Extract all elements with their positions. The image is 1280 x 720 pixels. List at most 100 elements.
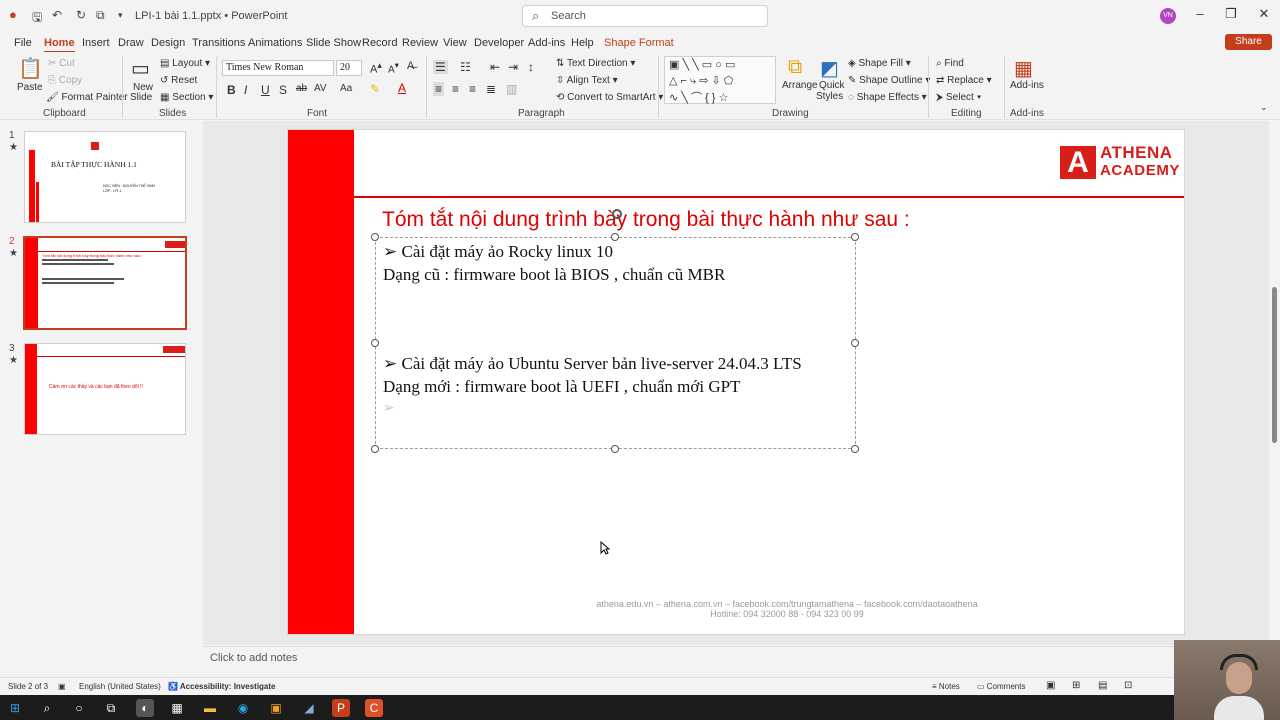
close-icon[interactable]: ✕ (1249, 6, 1279, 22)
tab-animations[interactable]: Animations (248, 37, 302, 49)
increase-font-icon[interactable]: A▴ (370, 60, 382, 76)
replace-button[interactable]: ⇄ Replace ▾ (936, 75, 992, 86)
paste-icon[interactable]: 📋 (18, 56, 43, 81)
save-icon[interactable]: 🖫 (32, 8, 42, 29)
add-ins-icon[interactable]: ▦ (1014, 56, 1033, 81)
paste-button[interactable]: Paste (17, 82, 43, 93)
format-painter-button[interactable]: 🖌 Format Painter (46, 92, 128, 103)
resize-handle[interactable] (851, 339, 859, 347)
highlight-icon[interactable]: ✎ (370, 82, 380, 96)
app-icon[interactable]: C (365, 699, 383, 717)
windows-start-icon[interactable]: ⊞ (6, 699, 24, 717)
file-explorer-icon[interactable]: ▬ (201, 699, 219, 717)
slide-thumbnail-2[interactable]: Tóm tắt nội dung trình bày trong bài thự… (23, 236, 187, 330)
font-name-combo[interactable]: Times New Roman (222, 60, 334, 76)
collapse-ribbon-icon[interactable]: ⌄ (1260, 102, 1268, 113)
accessibility-button[interactable]: ♿ Accessibility: Investigate (168, 682, 275, 691)
app-icon[interactable]: ◐ (136, 699, 154, 717)
share-button[interactable]: Share (1225, 34, 1272, 50)
tab-add-ins[interactable]: Add-ins (528, 37, 565, 49)
resize-handle[interactable] (851, 445, 859, 453)
strikethrough-icon[interactable]: ab (296, 83, 307, 94)
restore-icon[interactable]: ❐ (1216, 6, 1246, 22)
vmware-icon[interactable]: ▣ (267, 699, 285, 717)
columns-icon[interactable]: ▥ (506, 82, 517, 96)
tab-review[interactable]: Review (402, 37, 438, 49)
notes-pane[interactable]: Click to add notes (203, 646, 1269, 676)
notes-button[interactable]: ≡ Notes (932, 682, 960, 691)
bullets-icon[interactable]: ☰ (433, 60, 448, 74)
arrange-icon[interactable]: ⧉ (788, 56, 802, 79)
align-right-icon[interactable]: ≡ (469, 82, 476, 96)
search-taskbar-icon[interactable]: ⌕ (38, 699, 56, 717)
slideshow-view-icon[interactable]: ⊡ (1124, 680, 1132, 691)
tab-shape-format[interactable]: Shape Format (604, 37, 674, 49)
resize-handle[interactable] (371, 339, 379, 347)
shape-triangle-icon[interactable]: △ ⌐ ⤷ ⇨ ⇩ ⬠ (669, 74, 733, 88)
quick-styles-icon[interactable]: ◩ (820, 56, 839, 81)
line-spacing-icon[interactable]: ↕ (528, 60, 534, 74)
copy-button[interactable]: ⎘ Copy (48, 75, 82, 86)
tab-slide-show[interactable]: Slide Show (306, 37, 361, 49)
slide-title[interactable]: Tóm tắt nội dung trình bày trong bài thự… (382, 208, 910, 232)
tab-draw[interactable]: Draw (118, 37, 144, 49)
quick-styles-button[interactable]: Quick (819, 80, 845, 91)
select-button[interactable]: ⮞ Select ▾ (936, 92, 981, 103)
tab-home[interactable]: Home (44, 37, 75, 53)
cortana-icon[interactable]: ○ (70, 699, 88, 717)
tab-insert[interactable]: Insert (82, 37, 110, 49)
minimize-icon[interactable]: – (1185, 6, 1215, 21)
shadow-icon[interactable]: S (279, 83, 287, 97)
tab-help[interactable]: Help (571, 37, 594, 49)
shape-outline-button[interactable]: ✎ Shape Outline ▾ (848, 75, 930, 86)
resize-handle[interactable] (371, 233, 379, 241)
char-spacing-icon[interactable]: AV (314, 83, 327, 94)
tab-design[interactable]: Design (151, 37, 185, 49)
reading-view-icon[interactable]: ▤ (1098, 680, 1107, 691)
task-view-icon[interactable]: ⧉ (102, 699, 120, 717)
edge-icon[interactable]: ◉ (234, 699, 252, 717)
font-color-icon[interactable]: A (398, 81, 406, 95)
resize-handle[interactable] (611, 233, 619, 241)
scrollbar-thumb[interactable] (1272, 287, 1277, 443)
language-indicator[interactable]: English (United States) (79, 682, 161, 691)
vertical-scrollbar[interactable] (1270, 121, 1280, 645)
tab-record[interactable]: Record (362, 37, 397, 49)
justify-icon[interactable]: ≣ (486, 82, 496, 96)
redo-icon[interactable]: ↻ (76, 8, 86, 22)
increase-indent-icon[interactable]: ⇥ (508, 60, 518, 74)
comments-button[interactable]: ▭ Comments (977, 682, 1025, 691)
tab-file[interactable]: File (14, 37, 32, 49)
clear-format-icon[interactable]: A̶ (407, 60, 414, 72)
layout-button[interactable]: ▤ Layout ▾ (160, 58, 210, 69)
avatar[interactable]: VN (1160, 8, 1176, 24)
search-box[interactable]: ⌕ Search (522, 5, 768, 27)
decrease-font-icon[interactable]: A▾ (388, 60, 399, 75)
align-text-button[interactable]: ⇳ Align Text ▾ (556, 75, 618, 86)
align-center-icon[interactable]: ≡ (452, 82, 459, 96)
change-case-icon[interactable]: Aa (340, 83, 352, 94)
shape-fill-button[interactable]: ◈ Shape Fill ▾ (848, 58, 911, 69)
present-icon[interactable]: ⧉ (96, 8, 105, 23)
powerpoint-taskbar-icon[interactable]: P (332, 699, 350, 717)
text-direction-button[interactable]: ⇅ Text Direction ▾ (556, 58, 635, 69)
spellcheck-icon[interactable]: ▣ (58, 682, 66, 691)
bold-icon[interactable]: B (227, 83, 236, 97)
numbering-icon[interactable]: ☷ (460, 60, 471, 74)
resize-handle[interactable] (611, 445, 619, 453)
normal-view-icon[interactable]: ▣ (1046, 680, 1055, 691)
section-button[interactable]: ▦ Section ▾ (160, 92, 213, 103)
slide-thumbnail-3[interactable]: Cảm ơn các thầy và các bạn đã theo dõi !… (24, 343, 186, 435)
shapes-gallery[interactable]: ▣ ╲ ╲ ▭ ○ ▭ △ ⌐ ⤷ ⇨ ⇩ ⬠ ∿ ╲ ⌒ { } ☆ (664, 56, 776, 104)
slide-thumbnail-1[interactable]: BÀI TẬP THỰC HÀNH 1.1 HỌC VIÊN : NGUYỄN … (24, 131, 186, 223)
underline-icon[interactable]: U (261, 83, 270, 97)
slide-canvas[interactable]: A ATHENA ACADEMY Tóm tắt nội dung trình … (287, 129, 1185, 635)
tab-transitions[interactable]: Transitions (192, 37, 245, 49)
slide-sorter-icon[interactable]: ⊞ (1072, 680, 1080, 691)
add-ins-button[interactable]: Add-ins (1010, 80, 1044, 91)
font-size-combo[interactable]: 20 (336, 60, 362, 76)
decrease-indent-icon[interactable]: ⇤ (490, 60, 500, 74)
undo-icon[interactable]: ↶ (52, 8, 62, 22)
resize-handle[interactable] (851, 233, 859, 241)
shape-curve-icon[interactable]: ∿ ╲ ⌒ { } ☆ (669, 89, 728, 105)
